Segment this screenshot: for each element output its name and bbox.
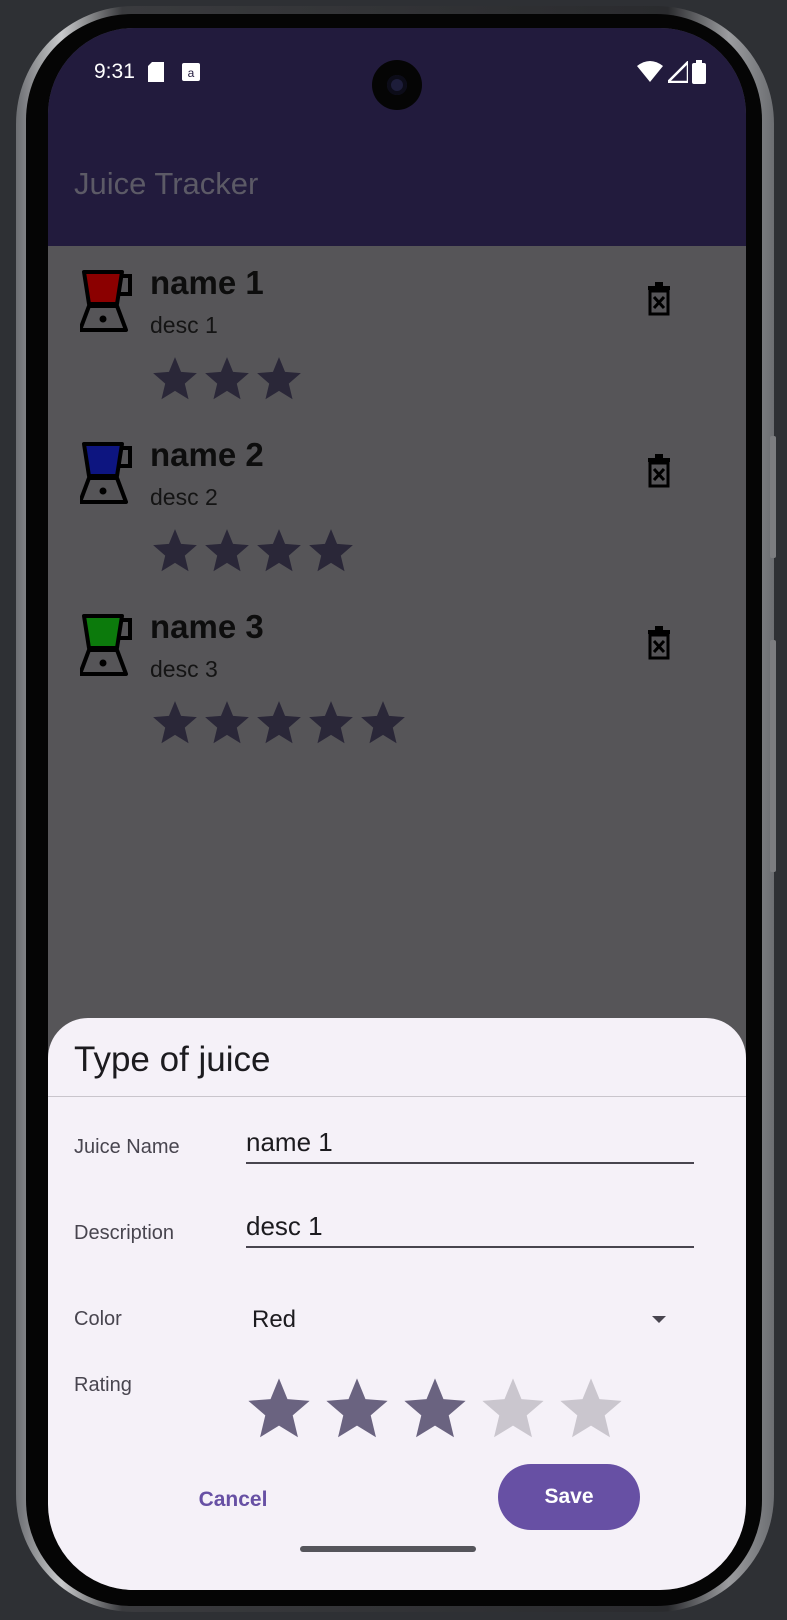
juice-rating <box>150 526 358 580</box>
rating-star-empty-icon[interactable] <box>478 1374 548 1444</box>
star-icon <box>153 701 197 744</box>
star-icon <box>257 529 301 572</box>
star-icon <box>205 357 249 400</box>
star-icon <box>257 357 301 400</box>
star-icon <box>205 701 249 744</box>
juice-name: name 2 <box>150 436 264 473</box>
juice-name: name 1 <box>150 264 264 301</box>
sd-card-icon <box>148 62 164 87</box>
status-right-icons <box>637 58 706 84</box>
rating-label: Rating <box>74 1374 132 1396</box>
top-app-bar: Juice Tracker <box>48 118 746 246</box>
power-button <box>770 436 776 558</box>
juice-list-item[interactable]: name 2 desc 2 <box>48 418 746 590</box>
star-icon <box>257 701 301 744</box>
dropdown-arrow-icon <box>652 1316 666 1323</box>
sheet-title: Type of juice <box>74 1040 271 1079</box>
rating-bar[interactable] <box>244 1374 634 1449</box>
wifi-icon <box>637 61 664 82</box>
star-icon <box>153 529 197 572</box>
app-title: Juice Tracker <box>74 166 259 201</box>
rating-star-filled-icon[interactable] <box>400 1374 470 1444</box>
description-label: Description <box>74 1222 175 1244</box>
star-icon <box>309 701 353 744</box>
star-icon <box>153 357 197 400</box>
juice-name-input[interactable] <box>246 1122 694 1164</box>
juice-blender-icon <box>80 442 132 504</box>
juice-rating <box>150 698 410 752</box>
juice-rating <box>150 354 306 408</box>
star-icon <box>205 529 249 572</box>
juice-name: name 3 <box>150 608 264 645</box>
notification-app-icon: a <box>182 62 200 87</box>
color-dropdown[interactable] <box>244 1294 684 1344</box>
rating-star-empty-icon[interactable] <box>556 1374 626 1444</box>
home-indicator[interactable] <box>300 1546 476 1552</box>
cell-signal-icon <box>664 58 689 84</box>
delete-icon[interactable] <box>644 282 674 316</box>
bottom-sheet: Type of juice Juice Name Description Col… <box>48 1018 746 1590</box>
delete-icon[interactable] <box>644 454 674 488</box>
juice-description: desc 1 <box>150 312 218 338</box>
save-button[interactable]: Save <box>498 1464 640 1530</box>
star-icon <box>361 701 405 744</box>
juice-blender-icon <box>80 270 132 332</box>
star-icon <box>309 529 353 572</box>
juice-blender-icon <box>80 614 132 676</box>
svg-text:a: a <box>188 66 195 80</box>
color-dropdown-value: Red <box>252 1306 297 1333</box>
juice-list-item[interactable]: name 3 desc 3 <box>48 590 746 762</box>
battery-icon <box>692 60 706 84</box>
status-bar: 9:31 a <box>48 28 746 118</box>
rating-star-filled-icon[interactable] <box>244 1374 314 1444</box>
juice-description: desc 2 <box>150 484 218 510</box>
color-label: Color <box>74 1308 122 1330</box>
description-input[interactable] <box>246 1206 694 1248</box>
cancel-button[interactable]: Cancel <box>168 1476 298 1524</box>
volume-button <box>770 640 776 872</box>
juice-list-item[interactable]: name 1 desc 1 <box>48 246 746 418</box>
device-screen: 9:31 a Juice Tracker name 1 desc 1 name … <box>48 28 746 1590</box>
sheet-divider <box>48 1096 746 1097</box>
rating-star-filled-icon[interactable] <box>322 1374 392 1444</box>
juice-name-label: Juice Name <box>74 1136 180 1158</box>
front-camera <box>372 60 422 110</box>
delete-icon[interactable] <box>644 626 674 660</box>
status-time: 9:31 <box>94 60 135 83</box>
juice-description: desc 3 <box>150 656 218 682</box>
